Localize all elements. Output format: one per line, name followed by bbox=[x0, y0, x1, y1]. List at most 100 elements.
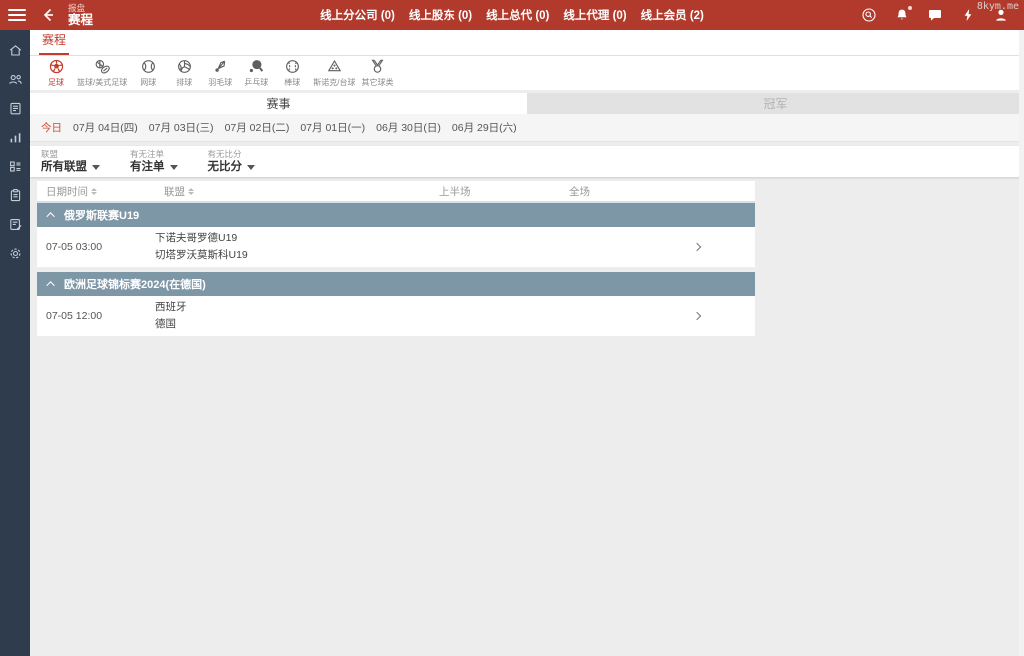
header-label: 日期时间 bbox=[46, 184, 88, 199]
header-label: 全场 bbox=[569, 184, 590, 199]
match-row[interactable]: 07-05 12:00 西班牙 德国 bbox=[37, 296, 755, 337]
sport-football[interactable]: 足球 bbox=[38, 58, 74, 88]
sport-label: 棒球 bbox=[284, 77, 300, 88]
sport-label: 羽毛球 bbox=[208, 77, 232, 88]
sport-volleyball[interactable]: 排球 bbox=[166, 58, 202, 88]
tab-events[interactable]: 赛事 bbox=[30, 93, 527, 114]
sport-label: 排球 bbox=[176, 77, 192, 88]
row-chevron-right-icon[interactable] bbox=[693, 312, 701, 320]
breadcrumb-parent: 报盘 bbox=[68, 4, 93, 13]
home-icon[interactable] bbox=[0, 36, 30, 65]
form-list-icon[interactable] bbox=[0, 152, 30, 181]
notifications-bell-icon[interactable] bbox=[895, 8, 909, 22]
has-bets-filter-dropdown[interactable]: 有无注单 有注单 bbox=[130, 150, 178, 173]
date-tab[interactable]: 07月 04日(四) bbox=[73, 120, 138, 135]
menu-online-shareholder[interactable]: 线上股东 (0) bbox=[409, 7, 472, 23]
table-header-row: 日期时间 联盟 上半场 全场 bbox=[37, 181, 755, 203]
sport-other[interactable]: 其它球类 bbox=[358, 58, 396, 88]
filter-label: 有无注单 bbox=[130, 150, 178, 159]
app-window: 报盘 赛程 线上分公司 (0) 线上股东 (0) 线上总代 (0) 线上代理 (… bbox=[0, 0, 1024, 656]
sport-label: 其它球类 bbox=[361, 77, 393, 88]
breadcrumb: 报盘 赛程 bbox=[68, 4, 93, 27]
main-content: 赛程 足球 篮球/美式足球 网 bbox=[30, 30, 1024, 656]
filter-label: 有无比分 bbox=[208, 150, 256, 159]
sort-icon[interactable] bbox=[91, 188, 97, 195]
basketball-amfootball-icon bbox=[94, 58, 111, 75]
menu-online-agent[interactable]: 线上代理 (0) bbox=[563, 7, 626, 23]
sport-label: 篮球/美式足球 bbox=[77, 77, 127, 88]
collapse-chevron-icon bbox=[46, 212, 54, 220]
date-tab[interactable]: 06月 29日(六) bbox=[452, 120, 517, 135]
sport-tabletennis[interactable]: 乒乓球 bbox=[238, 58, 274, 88]
notes-edit-icon[interactable] bbox=[0, 210, 30, 239]
menu-online-member[interactable]: 线上会员 (2) bbox=[641, 7, 704, 23]
league-group-header[interactable]: 俄罗斯联赛U19 bbox=[37, 203, 755, 227]
users-icon[interactable] bbox=[0, 65, 30, 94]
header-league[interactable]: 联盟 bbox=[155, 184, 430, 199]
menu-online-master[interactable]: 线上总代 (0) bbox=[486, 7, 549, 23]
match-teams: 下诺夫哥罗德U19 切塔罗沃莫斯科U19 bbox=[155, 233, 430, 261]
league-filter-dropdown[interactable]: 联盟 所有联盟 bbox=[41, 150, 100, 173]
has-score-filter-dropdown[interactable]: 有无比分 无比分 bbox=[208, 150, 256, 173]
sport-label: 足球 bbox=[48, 77, 64, 88]
sport-tennis[interactable]: 网球 bbox=[130, 58, 166, 88]
sport-label: 斯诺克/台球 bbox=[313, 77, 355, 88]
sport-label: 乒乓球 bbox=[244, 77, 268, 88]
events-champion-tabs: 赛事 冠军 bbox=[30, 93, 1024, 114]
home-team: 下诺夫哥罗德U19 bbox=[155, 233, 430, 245]
date-tabs: 今日 07月 04日(四) 07月 03日(三) 07月 02日(二) 07月 … bbox=[30, 114, 1024, 142]
filter-value: 无比分 bbox=[208, 162, 243, 174]
collapse-chevron-icon bbox=[46, 281, 54, 289]
clipboard-icon[interactable] bbox=[0, 181, 30, 210]
date-tab[interactable]: 07月 01日(一) bbox=[300, 120, 365, 135]
menu-toggle-icon[interactable] bbox=[8, 9, 26, 21]
away-team: 德国 bbox=[155, 319, 430, 331]
sidebar bbox=[0, 30, 30, 656]
snooker-icon bbox=[326, 58, 343, 75]
sport-basketball-amfootball[interactable]: 篮球/美式足球 bbox=[74, 58, 130, 88]
medal-icon bbox=[369, 58, 386, 75]
chart-icon[interactable] bbox=[0, 123, 30, 152]
football-icon bbox=[48, 58, 65, 75]
page-title: 赛程 bbox=[68, 14, 93, 27]
badminton-icon bbox=[212, 58, 229, 75]
sports-bar: 足球 篮球/美式足球 网球 排球 bbox=[30, 56, 1024, 90]
filter-bar: 联盟 所有联盟 有无注单 有注单 有无比分 无比分 bbox=[30, 146, 1024, 177]
back-arrow-icon[interactable] bbox=[40, 7, 56, 23]
date-tab[interactable]: 07月 03日(三) bbox=[149, 120, 214, 135]
header-datetime[interactable]: 日期时间 bbox=[37, 184, 155, 199]
schedule-table: 日期时间 联盟 上半场 全场 俄罗斯联赛U19 bbox=[37, 181, 755, 337]
league-group-header[interactable]: 欧洲足球锦标赛2024(在德国) bbox=[37, 272, 755, 296]
date-tab[interactable]: 06月 30日(日) bbox=[376, 120, 441, 135]
tab-schedule[interactable]: 赛程 bbox=[39, 31, 69, 55]
row-chevron-right-icon[interactable] bbox=[693, 243, 701, 251]
header-label: 联盟 bbox=[164, 184, 185, 199]
messages-icon[interactable] bbox=[928, 8, 942, 22]
sport-baseball[interactable]: 棒球 bbox=[274, 58, 310, 88]
match-time: 07-05 03:00 bbox=[37, 241, 155, 253]
top-bar: 报盘 赛程 线上分公司 (0) 线上股东 (0) 线上总代 (0) 线上代理 (… bbox=[0, 0, 1024, 30]
filter-value: 所有联盟 bbox=[41, 162, 87, 174]
date-tab[interactable]: 07月 02日(二) bbox=[225, 120, 290, 135]
tabletennis-icon bbox=[248, 58, 265, 75]
sport-badminton[interactable]: 羽毛球 bbox=[202, 58, 238, 88]
scrollbar-track[interactable] bbox=[1019, 30, 1024, 656]
league-group-title: 欧洲足球锦标赛2024(在德国) bbox=[64, 276, 206, 292]
activity-bolt-icon[interactable] bbox=[961, 8, 975, 22]
chevron-down-icon bbox=[170, 165, 178, 170]
filter-value: 有注单 bbox=[130, 162, 165, 174]
settings-gear-icon[interactable] bbox=[0, 239, 30, 268]
match-row[interactable]: 07-05 03:00 下诺夫哥罗德U19 切塔罗沃莫斯科U19 bbox=[37, 227, 755, 268]
menu-online-branch[interactable]: 线上分公司 (0) bbox=[320, 7, 395, 23]
volleyball-icon bbox=[176, 58, 193, 75]
baseball-icon bbox=[284, 58, 301, 75]
sort-icon[interactable] bbox=[188, 188, 194, 195]
header-first-half: 上半场 bbox=[430, 184, 560, 199]
notification-badge bbox=[908, 6, 912, 10]
search-icon[interactable] bbox=[862, 8, 876, 22]
tab-champion[interactable]: 冠军 bbox=[527, 93, 1024, 114]
date-tab-today[interactable]: 今日 bbox=[41, 120, 62, 135]
sport-snooker[interactable]: 斯诺克/台球 bbox=[310, 58, 358, 88]
report-icon[interactable] bbox=[0, 94, 30, 123]
chevron-down-icon bbox=[92, 165, 100, 170]
